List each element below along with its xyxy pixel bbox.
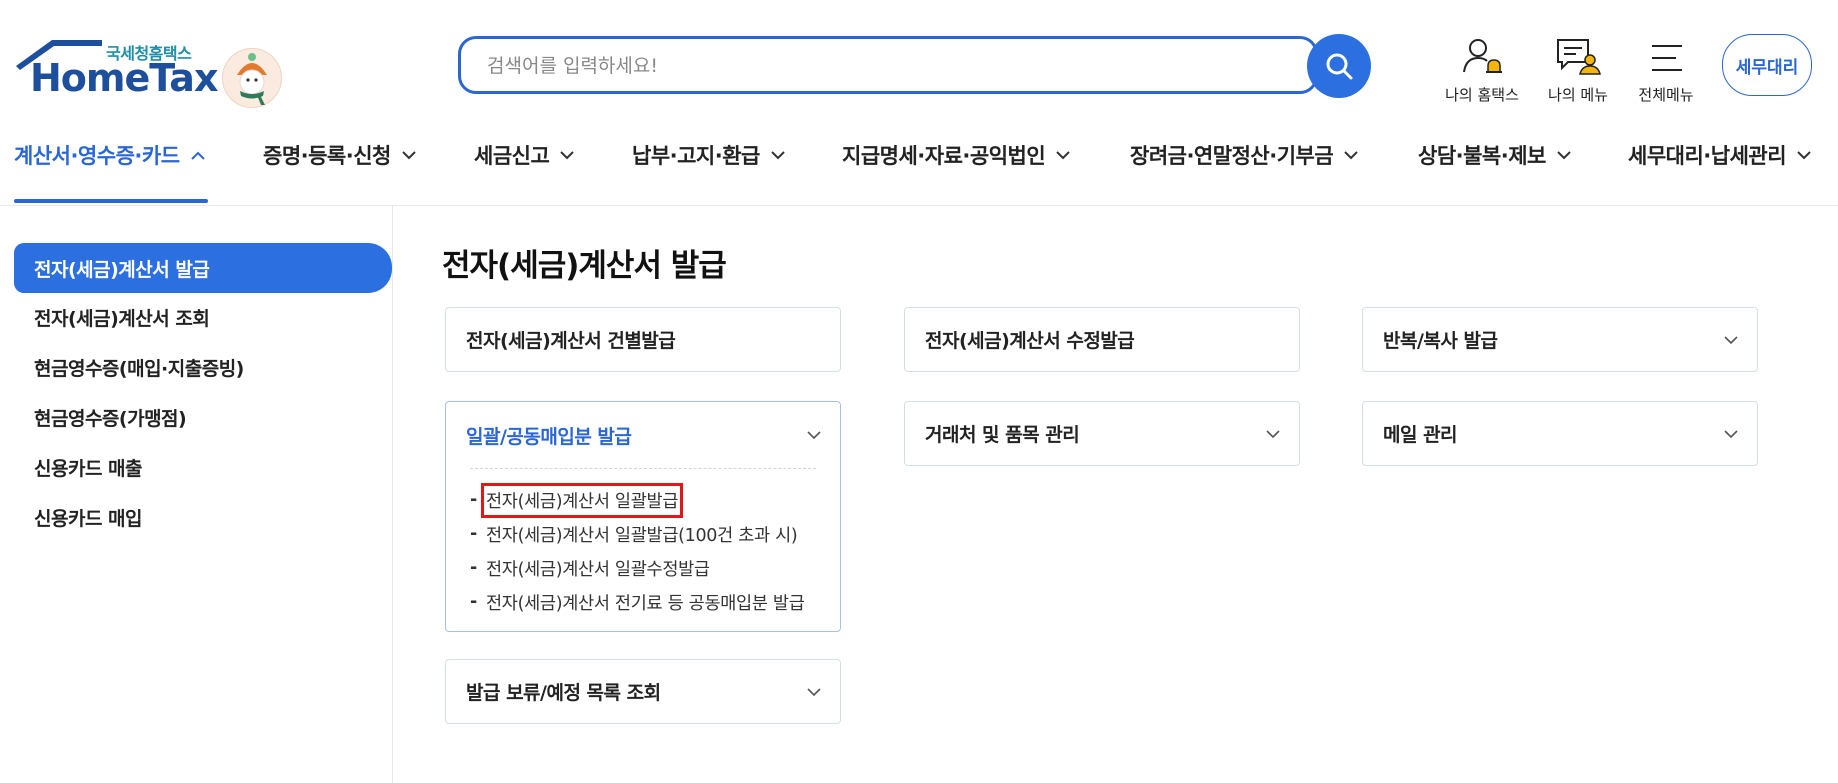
gnb-tax-agent[interactable]: 세무대리·납세관리 (1628, 140, 1812, 170)
user-bell-icon (1463, 39, 1502, 73)
gnb-label: 증명·등록·신청 (263, 144, 391, 168)
gnb-certificate[interactable]: 증명·등록·신청 (263, 140, 417, 170)
sidebar-item-credit-card-sales[interactable]: 신용카드 매출 (14, 442, 392, 492)
gnb-tax-return[interactable]: 세금신고 (474, 140, 575, 170)
gnb-label: 납부·고지·환급 (632, 144, 760, 168)
bullet-dash: - (470, 592, 477, 612)
chevron-down-icon (1056, 151, 1070, 160)
chevron-down-icon (807, 431, 821, 440)
sidebar-item-label: 전자(세금)계산서 발급 (34, 258, 210, 281)
search-button[interactable] (1307, 34, 1371, 98)
gnb-label: 장려금·연말정산·기부금 (1130, 144, 1334, 168)
chevron-up-icon (190, 151, 205, 160)
search-input[interactable] (485, 49, 1269, 83)
sidebar-item-issue[interactable]: 전자(세금)계산서 발급 (14, 243, 392, 293)
search-bar (458, 36, 1318, 94)
my-menu-label: 나의 메뉴 (1548, 86, 1608, 104)
card-label: 전자(세금)계산서 수정발급 (925, 330, 1135, 352)
submenu-label: 전자(세금)계산서 전기료 등 공동매입분 발급 (486, 593, 805, 614)
my-menu-button[interactable]: 나의 메뉴 (1528, 32, 1628, 105)
site-header: 국세청홈택스 HomeTax 검색어를 입력하세요! 나의 홈택스 나의 메뉴 … (0, 0, 1838, 206)
card-bulk-joint-issue[interactable]: 일괄/공동매입분 발급 - 전자(세금)계산서 일괄발급 - 전자(세금)계산서… (445, 401, 841, 632)
card-submenu: - 전자(세금)계산서 일괄발급 - 전자(세금)계산서 일괄발급(100건 초… (470, 468, 816, 631)
card-label: 거래처 및 품목 관리 (925, 424, 1080, 446)
my-hometax-label: 나의 홈택스 (1445, 86, 1519, 104)
card-label: 반복/복사 발급 (1383, 330, 1498, 352)
gnb-incentive[interactable]: 장려금·연말정산·기부금 (1130, 140, 1359, 170)
snowman-mascot-icon (222, 48, 282, 108)
gnb-payment-statement[interactable]: 지급명세·자료·공익법인 (842, 140, 1071, 170)
chevron-down-icon (771, 151, 785, 160)
gnb-label: 세무대리·납세관리 (1628, 144, 1787, 168)
page-title: 전자(세금)계산서 발급 (442, 248, 727, 284)
gnb-label: 계산서·영수증·카드 (14, 144, 180, 168)
sidebar-item-label: 전자(세금)계산서 조회 (34, 307, 210, 330)
chevron-down-icon (807, 687, 821, 696)
sidebar: 전자(세금)계산서 발급 전자(세금)계산서 조회 현금영수증(매입·지출증빙)… (0, 206, 393, 783)
chevron-down-icon (1266, 429, 1280, 438)
my-hometax-button[interactable]: 나의 홈택스 (1432, 32, 1532, 105)
sidebar-item-inquiry[interactable]: 전자(세금)계산서 조회 (14, 292, 392, 342)
sidebar-item-label: 신용카드 매입 (34, 507, 143, 530)
submenu-bulk-amend-issue[interactable]: - 전자(세금)계산서 일괄수정발급 (470, 551, 816, 585)
submenu-joint-purchase-issue[interactable]: - 전자(세금)계산서 전기료 등 공동매입분 발급 (470, 585, 816, 619)
sidebar-item-label: 현금영수증(매입·지출증빙) (34, 357, 244, 380)
chevron-down-icon (1797, 151, 1811, 160)
chevron-down-icon (1724, 429, 1738, 438)
gnb-invoice-receipt-card[interactable]: 계산서·영수증·카드 (14, 140, 206, 170)
bullet-dash: - (470, 524, 477, 544)
menu-user-icon (1557, 39, 1601, 75)
sidebar-item-label: 신용카드 매출 (34, 457, 143, 480)
chevron-down-icon (1557, 151, 1571, 160)
sidebar-item-cash-receipt-purchase[interactable]: 현금영수증(매입·지출증빙) (14, 342, 392, 392)
submenu-label: 전자(세금)계산서 일괄발급(100건 초과 시) (486, 525, 798, 546)
card-repeat-copy-issue[interactable]: 반복/복사 발급 (1362, 307, 1758, 372)
sidebar-item-credit-card-purchase[interactable]: 신용카드 매입 (14, 492, 392, 542)
submenu-label: 전자(세금)계산서 일괄발급 (480, 482, 684, 518)
bullet-dash: - (470, 490, 477, 510)
global-nav: 계산서·영수증·카드 증명·등록·신청 세금신고 납부·고지·환급 지급명세·자… (0, 130, 1838, 205)
chevron-down-icon (402, 151, 416, 160)
card-amend-issue[interactable]: 전자(세금)계산서 수정발급 (904, 307, 1300, 372)
tax-agent-button[interactable]: 세무대리 (1722, 34, 1812, 96)
search-icon (1326, 53, 1353, 80)
card-single-issue[interactable]: 전자(세금)계산서 건별발급 (445, 307, 841, 372)
submenu-label: 전자(세금)계산서 일괄수정발급 (486, 559, 710, 580)
chevron-down-icon (1344, 151, 1358, 160)
gnb-label: 상담·불복·제보 (1418, 144, 1546, 168)
card-mail-management[interactable]: 메일 관리 (1362, 401, 1758, 466)
hamburger-icon (1652, 45, 1682, 71)
sidebar-item-cash-receipt-merchant[interactable]: 현금영수증(가맹점) (14, 392, 392, 442)
card-label: 발급 보류/예정 목록 조회 (466, 682, 661, 704)
card-label: 메일 관리 (1383, 424, 1458, 446)
chevron-down-icon (560, 151, 574, 160)
active-tab-indicator (14, 199, 208, 203)
gnb-label: 세금신고 (474, 144, 550, 168)
chevron-down-icon (1724, 335, 1738, 344)
all-menu-button[interactable]: 전체메뉴 (1616, 32, 1716, 105)
submenu-bulk-issue[interactable]: - 전자(세금)계산서 일괄발급 (470, 482, 816, 518)
card-label: 전자(세금)계산서 건별발급 (466, 330, 676, 352)
bullet-dash: - (470, 558, 477, 578)
submenu-bulk-issue-over-100[interactable]: - 전자(세금)계산서 일괄발급(100건 초과 시) (470, 517, 816, 551)
hometax-logo[interactable]: 국세청홈택스 HomeTax (14, 36, 282, 108)
logo-text: HomeTax (30, 56, 218, 100)
card-label: 일괄/공동매입분 발급 (466, 425, 632, 448)
all-menu-label: 전체메뉴 (1638, 86, 1694, 104)
gnb-consultation[interactable]: 상담·불복·제보 (1418, 140, 1572, 170)
gnb-payment[interactable]: 납부·고지·환급 (632, 140, 786, 170)
sidebar-item-label: 현금영수증(가맹점) (34, 407, 187, 430)
gnb-label: 지급명세·자료·공익법인 (842, 144, 1046, 168)
card-partner-item-management[interactable]: 거래처 및 품목 관리 (904, 401, 1300, 466)
card-pending-scheduled-list[interactable]: 발급 보류/예정 목록 조회 (445, 659, 841, 724)
